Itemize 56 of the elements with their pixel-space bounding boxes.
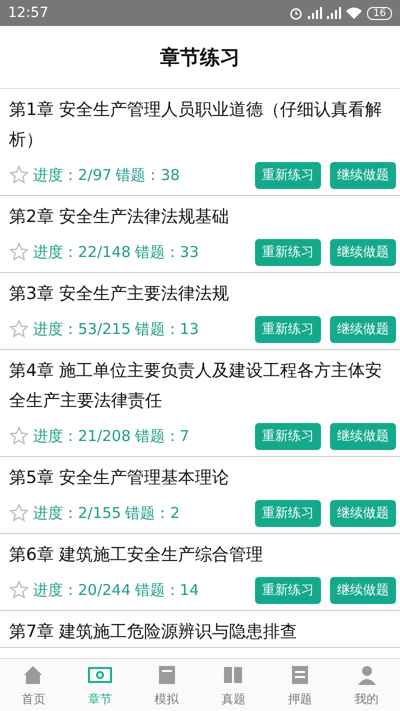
restart-button[interactable]: 重新练习 bbox=[255, 316, 321, 342]
chapter-title[interactable]: 第1章 安全生产管理人员职业道德（仔细认真看解析） bbox=[9, 95, 396, 155]
battery-level: 16 bbox=[367, 6, 392, 20]
restart-button[interactable]: 重新练习 bbox=[255, 422, 321, 450]
restart-button[interactable]: 重新练习 bbox=[255, 576, 321, 604]
nav-label: 真题 bbox=[221, 690, 246, 708]
nav-tab[interactable]: 押题 bbox=[266, 659, 334, 711]
chapter-title[interactable]: 第7章 建筑施工危险源辨识与隐患排查 bbox=[9, 617, 396, 647]
nav-tab[interactable]: 真题 bbox=[200, 659, 267, 711]
error-count: 错题：38 bbox=[116, 166, 180, 184]
star-icon[interactable] bbox=[9, 319, 29, 339]
continue-button[interactable]: 继续做题 bbox=[330, 500, 396, 526]
progress-text: 进度：20/244 bbox=[33, 580, 131, 600]
page-title: 章节练习 bbox=[160, 44, 240, 70]
star-icon[interactable] bbox=[9, 242, 29, 262]
nav-label: 章节 bbox=[88, 690, 112, 708]
nav-label: 我的 bbox=[354, 690, 379, 708]
signal-icon bbox=[308, 7, 322, 19]
progress-text: 进度：53/215 bbox=[33, 320, 131, 338]
continue-button[interactable]: 继续做题 bbox=[330, 422, 396, 450]
error-count: 错题：7 bbox=[134, 426, 190, 446]
nav-label: 首页 bbox=[21, 690, 46, 708]
continue-button[interactable]: 继续做题 bbox=[330, 576, 396, 604]
continue-button[interactable]: 继续做题 bbox=[330, 316, 396, 342]
restart-button[interactable]: 重新练习 bbox=[255, 238, 321, 266]
progress-text: 进度：21/208 bbox=[33, 426, 131, 446]
star-icon[interactable] bbox=[9, 503, 29, 523]
restart-button[interactable]: 重新练习 bbox=[255, 500, 321, 526]
nav-tab[interactable]: 章节 bbox=[66, 659, 134, 711]
nav-tab[interactable]: 模拟 bbox=[133, 659, 200, 711]
wifi-icon bbox=[346, 7, 362, 19]
error-count: 错题：13 bbox=[134, 320, 199, 338]
continue-button[interactable]: 继续做题 bbox=[330, 238, 396, 266]
clock-time: 12:57 bbox=[8, 5, 48, 21]
error-count: 错题：2 bbox=[125, 504, 180, 522]
nav-label: 押题 bbox=[288, 690, 312, 708]
star-icon[interactable] bbox=[9, 580, 29, 600]
star-icon[interactable] bbox=[9, 426, 29, 446]
chapter-title[interactable]: 第4章 施工单位主要负责人及建设工程各方主体安全生产主要法律责任 bbox=[9, 356, 396, 416]
error-count: 错题：33 bbox=[134, 242, 199, 262]
star-icon[interactable] bbox=[9, 165, 29, 185]
signal-icon bbox=[327, 7, 342, 19]
nav-tab[interactable]: 我的 bbox=[333, 659, 400, 711]
error-count: 错题：14 bbox=[134, 580, 199, 600]
chapter-title[interactable]: 第6章 建筑施工安全生产综合管理 bbox=[9, 540, 396, 570]
progress-text: 进度：2/97 bbox=[33, 166, 112, 184]
restart-button[interactable]: 重新练习 bbox=[255, 162, 321, 188]
nav-label: 模拟 bbox=[154, 690, 179, 708]
progress-text: 进度：22/148 bbox=[33, 242, 131, 262]
chapter-title[interactable]: 第5章 安全生产管理基本理论 bbox=[9, 463, 396, 493]
nav-tab[interactable]: 首页 bbox=[0, 659, 67, 711]
chapter-title[interactable]: 第2章 安全生产法律法规基础 bbox=[9, 202, 396, 232]
alarm-icon bbox=[289, 6, 304, 20]
progress-text: 进度：2/155 bbox=[33, 504, 122, 522]
chapter-title[interactable]: 第3章 安全生产主要法律法规 bbox=[9, 279, 396, 309]
continue-button[interactable]: 继续做题 bbox=[330, 162, 396, 188]
